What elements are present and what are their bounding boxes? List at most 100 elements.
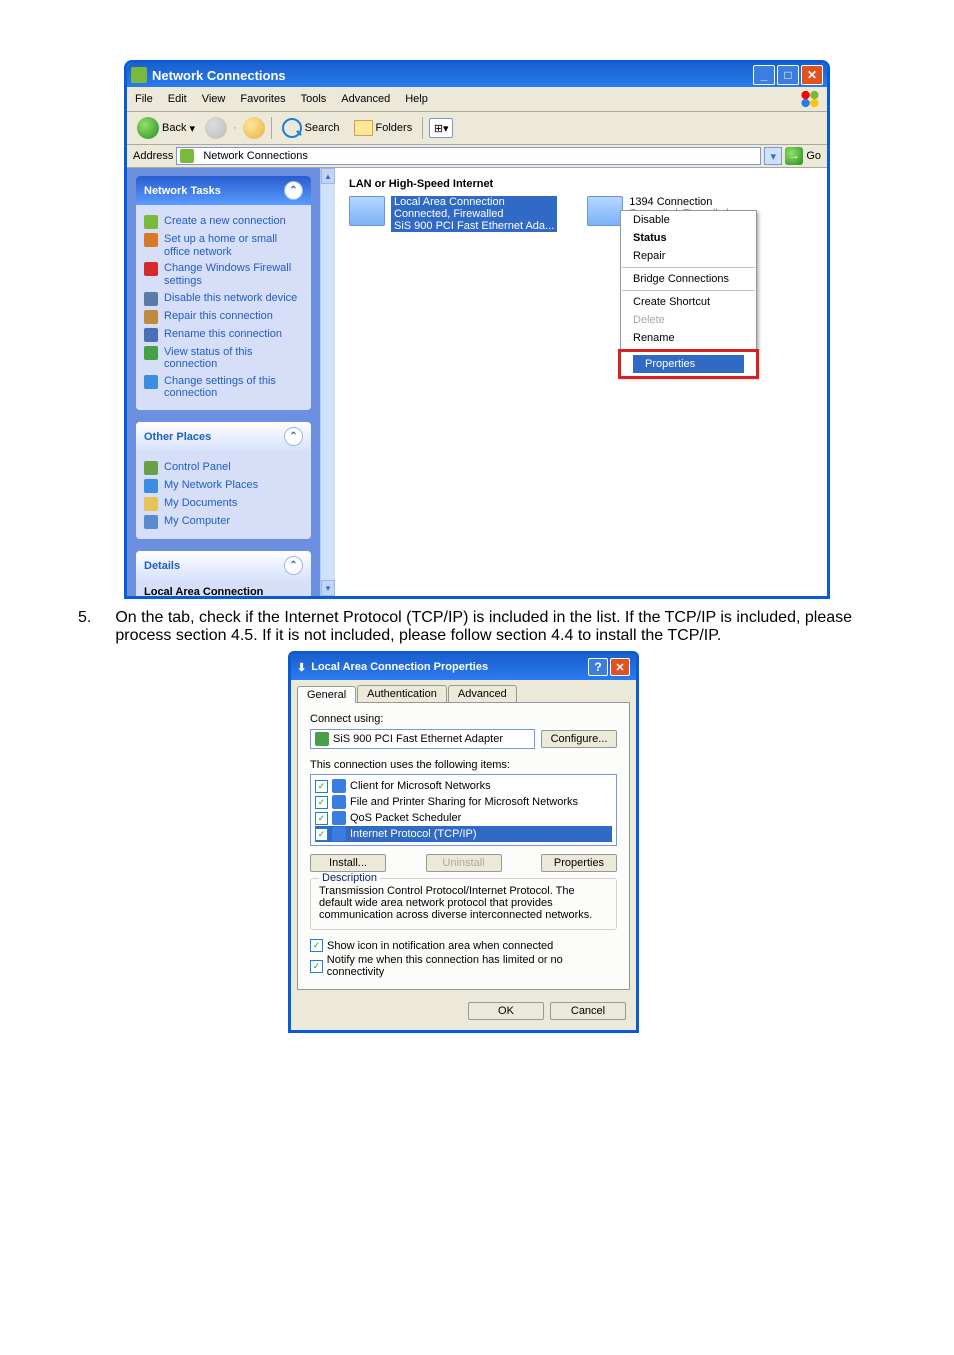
ctx-bridge[interactable]: Bridge Connections [621,270,756,288]
task-icon [144,328,158,342]
folders-button[interactable]: Folders [350,118,417,138]
ctx-disable[interactable]: Disable [621,211,756,229]
address-icon [180,149,194,163]
menu-view[interactable]: View [200,92,228,106]
cancel-button[interactable]: Cancel [550,1002,626,1020]
checkbox-icon[interactable]: ✓ [315,780,328,793]
place-control-panel[interactable]: Control Panel [144,461,303,475]
ctx-status[interactable]: Status [621,229,756,247]
properties-button[interactable]: Properties [541,854,617,872]
address-value: Network Connections [203,150,308,162]
task-repair[interactable]: Repair this connection [144,310,303,324]
task-label: Create a new connection [164,215,286,228]
go-label: Go [806,150,821,162]
menu-edit[interactable]: Edit [166,92,189,106]
scroll-up-icon[interactable]: ▴ [321,168,335,184]
place-icon [144,461,158,475]
place-network-places[interactable]: My Network Places [144,479,303,493]
close-button[interactable]: ✕ [801,65,823,85]
task-status[interactable]: View status of this connection [144,346,303,371]
maximize-button[interactable]: □ [777,65,799,85]
task-icon [144,346,158,360]
checkbox-icon[interactable]: ✓ [310,939,323,952]
place-label: Control Panel [164,461,231,474]
other-places-title: Other Places [144,431,211,443]
collapse-icon[interactable]: ⌃ [284,556,303,575]
items-listbox[interactable]: ✓Client for Microsoft Networks ✓File and… [310,774,617,846]
task-label: Repair this connection [164,310,273,323]
tab-general[interactable]: General [297,686,356,703]
place-my-computer[interactable]: My Computer [144,515,303,529]
connection-local-area[interactable]: Local Area Connection Connected, Firewal… [349,196,557,232]
ctx-repair[interactable]: Repair [621,247,756,265]
forward-button[interactable] [205,117,227,139]
ok-button[interactable]: OK [468,1002,544,1020]
connection-icon [587,196,623,226]
checkbox-icon[interactable]: ✓ [315,796,328,809]
checkbox-icon[interactable]: ✓ [310,960,323,973]
menu-favorites[interactable]: Favorites [238,92,287,106]
item-qos[interactable]: ✓QoS Packet Scheduler [315,810,612,826]
details-title: Details [144,560,180,572]
back-button[interactable]: Back ▾ [133,115,199,141]
details-header[interactable]: Details ⌃ [136,551,311,580]
help-button[interactable]: ? [588,658,608,676]
tab-advanced[interactable]: Advanced [448,685,517,702]
up-button[interactable] [243,117,265,139]
task-setup-network[interactable]: Set up a home or small office network [144,233,303,258]
ctx-properties[interactable]: Properties [633,355,744,373]
task-firewall[interactable]: Change Windows Firewall settings [144,262,303,287]
views-button[interactable]: ⊞▾ [429,118,453,138]
search-label: Search [305,122,340,134]
address-dropdown[interactable]: ▾ [764,147,782,165]
checkbox-icon[interactable]: ✓ [315,828,328,841]
network-tasks-header[interactable]: Network Tasks⌃ [136,176,311,205]
collapse-icon[interactable]: ⌃ [284,181,303,200]
item-label: Internet Protocol (TCP/IP) [350,828,477,840]
collapse-icon[interactable]: ⌃ [284,427,303,446]
item-file-print[interactable]: ✓File and Printer Sharing for Microsoft … [315,794,612,810]
minimize-button[interactable]: _ [753,65,775,85]
place-my-documents[interactable]: My Documents [144,497,303,511]
tab-authentication[interactable]: Authentication [357,685,447,702]
item-tcpip[interactable]: ✓ Internet Protocol (TCP/IP) [315,826,612,842]
address-field[interactable]: Network Connections [176,147,761,165]
ctx-delete: Delete [621,311,756,329]
task-create-connection[interactable]: Create a new connection [144,215,303,229]
category-header: LAN or High-Speed Internet [349,178,813,190]
search-button[interactable]: Search [278,116,344,140]
scroll-down-icon[interactable]: ▾ [321,580,335,596]
task-disable[interactable]: Disable this network device [144,292,303,306]
other-places-header[interactable]: Other Places ⌃ [136,422,311,451]
task-settings[interactable]: Change settings of this connection [144,375,303,400]
menu-file[interactable]: File [133,92,155,106]
go-button[interactable]: → [785,147,803,165]
address-label: Address [133,150,173,162]
adapter-field[interactable]: SiS 900 PCI Fast Ethernet Adapter [310,729,535,749]
task-label: Rename this connection [164,328,282,341]
install-button[interactable]: Install... [310,854,386,872]
task-rename[interactable]: Rename this connection [144,328,303,342]
ctx-rename[interactable]: Rename [621,329,756,347]
connection-icon [349,196,385,226]
dialog-title-bar[interactable]: ⬇ Local Area Connection Properties ? ✕ [291,654,636,680]
ctx-shortcut[interactable]: Create Shortcut [621,293,756,311]
close-button[interactable]: ✕ [610,658,630,676]
checkbox-icon[interactable]: ✓ [315,812,328,825]
show-icon-checkbox[interactable]: ✓Show icon in notification area when con… [310,938,617,953]
menu-tools[interactable]: Tools [299,92,329,106]
place-icon [144,515,158,529]
menu-advanced[interactable]: Advanced [339,92,392,106]
description-group: Description Transmission Control Protoco… [310,878,617,930]
step-number: 5. [78,609,91,645]
uninstall-button: Uninstall [426,854,502,872]
title-bar[interactable]: Network Connections _ □ ✕ [127,63,827,87]
task-label: Disable this network device [164,292,297,305]
back-label: Back [162,122,186,134]
side-scrollbar[interactable]: ▴▾ [320,168,335,596]
notify-checkbox[interactable]: ✓Notify me when this connection has limi… [310,953,617,979]
configure-button[interactable]: Configure... [541,730,617,748]
menu-help[interactable]: Help [403,92,430,106]
item-client[interactable]: ✓Client for Microsoft Networks [315,778,612,794]
details-selection: Local Area Connection [144,586,263,596]
